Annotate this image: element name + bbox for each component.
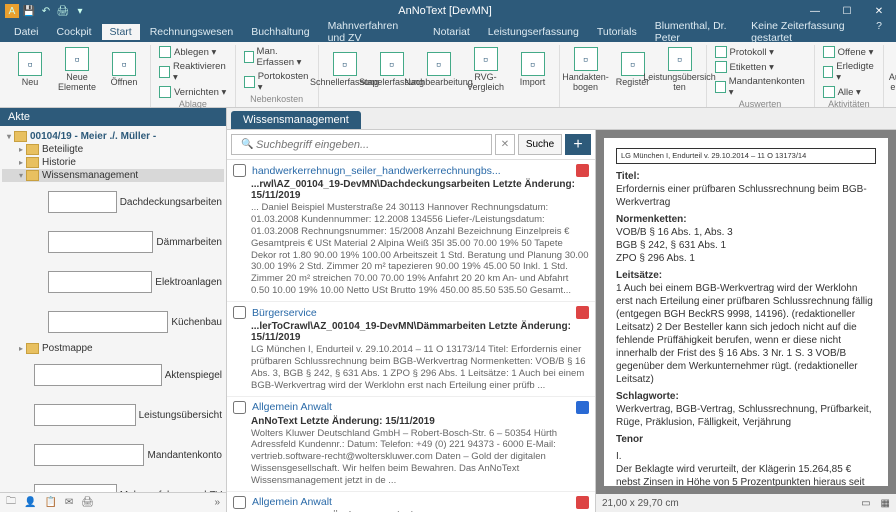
tree-küchenbau[interactable]: Küchenbau xyxy=(2,302,224,342)
qa-print[interactable]: 🖨 xyxy=(56,4,70,18)
tree-dachdeckungsarbeiten[interactable]: Dachdeckungsarbeiten xyxy=(2,182,224,222)
qa-save[interactable]: 💾 xyxy=(22,4,36,18)
preview-page: LG München I, Endurteil v. 29.10.2014 – … xyxy=(604,138,888,486)
foot-icon[interactable]: 👤 xyxy=(24,497,36,508)
result-item[interactable]: Bürgerservice...lerToCrawl\AZ_00104_19-D… xyxy=(227,302,595,397)
tree-leistungsübersicht[interactable]: Leistungsübersicht xyxy=(2,395,224,435)
page-dimensions: 21,00 x 29,70 cm xyxy=(602,498,679,509)
qa-arrow[interactable]: ▾ xyxy=(73,4,87,18)
clear-search[interactable]: ✕ xyxy=(495,134,515,155)
menu-buchhaltung[interactable]: Buchhaltung xyxy=(243,24,317,40)
ribbon-offene[interactable]: Offene ▾ xyxy=(821,45,878,59)
zoom-icon[interactable]: ▭ xyxy=(861,498,870,509)
menu-datei[interactable]: Datei xyxy=(6,24,47,40)
result-item[interactable]: Allgemein AnwaltAnNoText Letzte Änderung… xyxy=(227,397,595,492)
result-checkbox[interactable] xyxy=(233,401,246,414)
result-checkbox[interactable] xyxy=(233,306,246,319)
ribbon-neu[interactable]: ▫Neu xyxy=(8,45,52,95)
result-checkbox[interactable] xyxy=(233,496,246,509)
ribbon-erledigte[interactable]: Erledigte ▾ xyxy=(821,60,878,84)
zoom-icon[interactable]: ▦ xyxy=(881,498,890,509)
qa-undo[interactable]: ↶ xyxy=(39,4,53,18)
menu-start[interactable]: Start xyxy=(102,24,140,40)
ribbon-ablegen[interactable]: Ablegen ▾ xyxy=(157,45,229,59)
ribbon-import[interactable]: ▫Import xyxy=(511,45,555,95)
sidebar-header: Akte xyxy=(0,108,226,126)
ribbon-leistungsübersich[interactable]: ▫Leistungsübersichten xyxy=(658,45,702,95)
ribbon-handakten-[interactable]: ▫Handakten-bogen xyxy=(564,45,608,95)
ribbon-man.[interactable]: Man. Erfassen ▾ xyxy=(242,45,312,69)
menu-cockpit[interactable]: Cockpit xyxy=(49,24,100,40)
ribbon-portokosten[interactable]: Portokosten ▾ xyxy=(242,70,312,94)
ribbon-nachbearbeitung[interactable]: ▫Nachbearbeitung xyxy=(417,45,461,95)
ribbon-auskunfts-[interactable]: ▫Auskunfts-ermittlung xyxy=(888,45,896,95)
foot-menu[interactable]: » xyxy=(214,497,220,508)
ribbon-öffnen[interactable]: ▫Öffnen xyxy=(102,45,146,95)
result-item[interactable]: handwerkerrehnugn_seiler_handwerkerrechn… xyxy=(227,160,595,302)
search-input[interactable] xyxy=(231,134,492,155)
search-button[interactable]: Suche xyxy=(518,134,562,155)
tree-root[interactable]: ▾00104/19 - Meier ./. Müller - xyxy=(2,130,224,143)
result-item[interactable]: Allgemein AnwaltAnNoText Letzte Änderung… xyxy=(227,492,595,512)
tree-postmappe[interactable]: ▸Postmappe xyxy=(2,342,224,355)
tree-historie[interactable]: ▸Historie xyxy=(2,156,224,169)
filetype-icon xyxy=(576,401,589,414)
ribbon-mandantenkonten[interactable]: Mandantenkonten ▾ xyxy=(713,75,808,99)
tree-beteiligte[interactable]: ▸Beteiligte xyxy=(2,143,224,156)
app-icon: A xyxy=(5,4,19,18)
add-button[interactable]: + xyxy=(565,134,591,155)
ribbon-neue[interactable]: ▫NeueElemente xyxy=(55,45,99,95)
tree-elektroanlagen[interactable]: Elektroanlagen xyxy=(2,262,224,302)
foot-icon[interactable]: 🖨 xyxy=(81,497,94,508)
foot-icon[interactable]: ✉ xyxy=(65,497,73,508)
maximize-button[interactable]: ☐ xyxy=(835,6,859,17)
ribbon-vernichten[interactable]: Vernichten ▾ xyxy=(157,85,229,99)
minimize-button[interactable]: — xyxy=(803,6,827,17)
filetype-icon xyxy=(576,164,589,177)
search-icon: 🔍 xyxy=(241,139,253,150)
filetype-icon xyxy=(576,306,589,319)
menu-tutorials[interactable]: Tutorials xyxy=(589,24,645,40)
window-title: AnNoText [DevMN] xyxy=(87,5,803,17)
tree-dämmarbeiten[interactable]: Dämmarbeiten xyxy=(2,222,224,262)
menu-leistungserfassung[interactable]: Leistungserfassung xyxy=(480,24,587,40)
ribbon-rvg-vergleich[interactable]: ▫RVG-Vergleich xyxy=(464,45,508,95)
foot-icon[interactable]: 📋 xyxy=(44,497,56,508)
ribbon-reaktivieren[interactable]: Reaktivieren ▾ xyxy=(157,60,229,84)
result-checkbox[interactable] xyxy=(233,164,246,177)
tree-wissensmanagement[interactable]: ▾Wissensmanagement xyxy=(2,169,224,182)
tab-wissensmanagement[interactable]: Wissensmanagement xyxy=(231,111,361,129)
ribbon-alle[interactable]: Alle ▾ xyxy=(821,85,878,99)
tree-mahnverfahren-und-zv[interactable]: Mahnverfahren und ZV xyxy=(2,475,224,492)
tree-mandantenkonto[interactable]: Mandantenkonto xyxy=(2,435,224,475)
foot-icon[interactable]: 🗀 xyxy=(6,494,16,511)
menu-rechnungswesen[interactable]: Rechnungswesen xyxy=(142,24,241,40)
filetype-icon xyxy=(576,496,589,509)
ribbon-protokoll[interactable]: Protokoll ▾ xyxy=(713,45,808,59)
menu-notariat[interactable]: Notariat xyxy=(425,24,478,40)
close-button[interactable]: ✕ xyxy=(867,6,891,17)
tree-aktenspiegel[interactable]: Aktenspiegel xyxy=(2,355,224,395)
ribbon-etiketten[interactable]: Etiketten ▾ xyxy=(713,60,808,74)
